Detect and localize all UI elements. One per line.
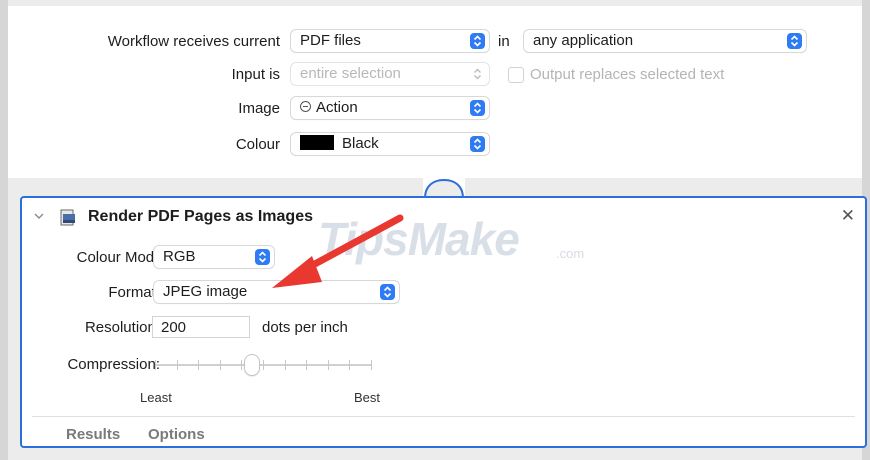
render-pdf-icon [60,209,75,226]
slider-tick [371,360,372,370]
popup-stepper-icon [787,33,802,49]
application-popup[interactable]: any application [524,30,806,52]
slider-tick [349,360,351,370]
compression-slider[interactable] [152,354,374,378]
compression-max-label: Best [354,390,381,405]
input-is-label: Input is [231,66,280,83]
workflow-receives-label: Workflow receives current [107,33,280,50]
slider-tick [176,360,178,370]
tab-results[interactable]: Results [66,426,120,443]
colour-model-value: RGB [163,248,196,265]
image-popup[interactable]: Action [291,97,489,119]
colour-model-popup[interactable]: RGB [154,246,274,268]
compression-min-label: Least [140,390,172,405]
chevron-down-icon[interactable] [34,212,44,220]
input-is-value: entire selection [300,65,401,82]
watermark-suffix: .com [556,246,585,261]
panel-divider [32,416,855,417]
slider-knob[interactable] [245,355,260,375]
output-replaces-checkbox[interactable] [508,67,524,83]
input-is-popup: entire selection [291,63,489,85]
colour-label: Colour [235,136,280,153]
colour-popup[interactable]: Black [291,133,489,155]
compression-label: Compression: [67,356,160,373]
resolution-unit-label: dots per inch [262,319,348,336]
slider-tick [306,360,308,370]
tab-options[interactable]: Options [148,426,205,443]
format-label: Format: [108,284,160,301]
receives-type-popup[interactable]: PDF files [291,30,489,52]
resolution-input[interactable]: 200 [152,316,250,338]
action-circle-icon [300,101,311,112]
slider-tick [198,360,200,370]
window-frame-left [0,0,8,460]
colour-swatch [300,135,334,150]
image-label: Image [238,100,280,117]
slider-tick [284,360,286,370]
colour-value: Black [342,135,379,152]
format-value: JPEG image [163,283,248,300]
popup-stepper-icon [470,33,485,49]
popup-stepper-icon [470,66,485,82]
application-value: any application [533,32,634,49]
popup-stepper-icon [470,136,485,152]
workflow-connector-icon [423,172,465,198]
annotation-arrow-icon [272,214,404,288]
image-value: Action [316,99,358,116]
workflow-header-panel: Workflow receives current PDF files in a… [8,6,862,178]
receives-type-value: PDF files [300,32,361,49]
slider-tick [155,360,156,370]
slider-tick [219,360,221,370]
popup-stepper-icon [470,100,485,116]
slider-tick [327,360,329,370]
slider-tick [241,360,243,370]
resolution-label: Resolution: [84,319,160,336]
output-replaces-label: Output replaces selected text [530,66,725,83]
slider-tick [263,360,264,370]
in-label: in [498,33,510,50]
close-icon[interactable]: ✕ [841,206,855,226]
